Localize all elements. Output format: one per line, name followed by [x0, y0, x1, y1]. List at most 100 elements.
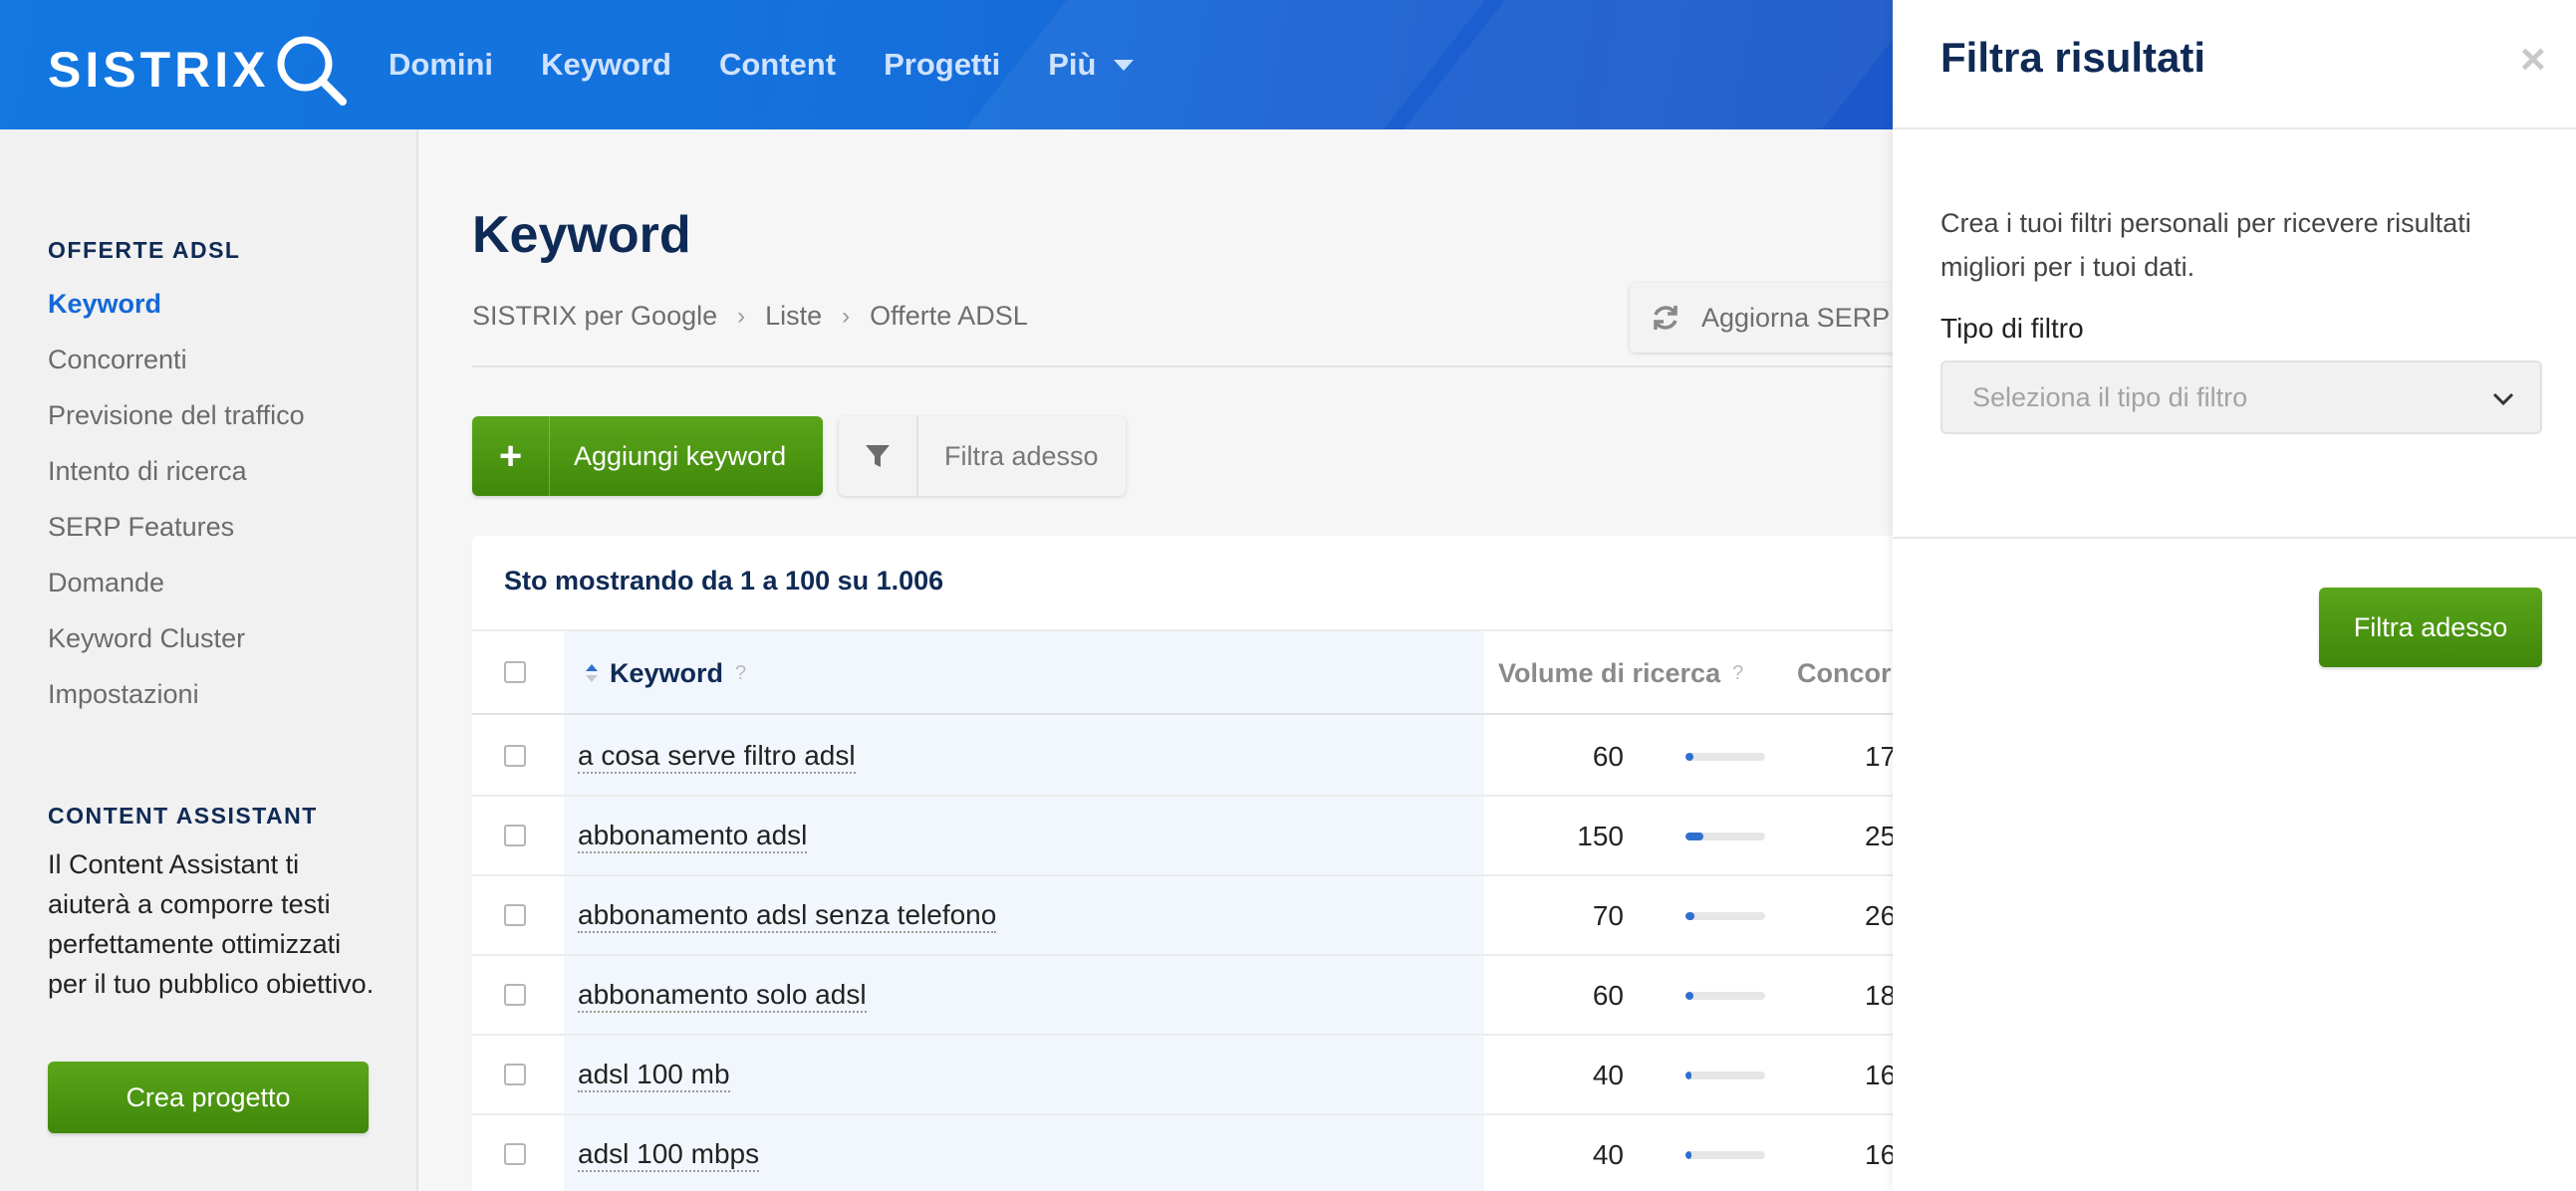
refresh-icon — [1654, 306, 1677, 330]
chevron-right-icon: › — [737, 302, 746, 330]
filter-type-select[interactable]: Seleziona il tipo di filtro — [1940, 360, 2542, 434]
keyword-link[interactable]: adsl 100 mb — [578, 1036, 730, 1115]
table-row: a cosa serve filtro adsl 60 17 — [472, 717, 1907, 797]
breadcrumb-item-current: Offerte ADSL — [870, 301, 1028, 331]
keyword-link[interactable]: adsl 100 mbps — [578, 1115, 760, 1191]
volume-bar — [1685, 912, 1765, 920]
breadcrumb-item-sistrix[interactable]: SISTRIX per Google — [472, 301, 717, 332]
column-header-volume[interactable]: Volume di ricerca ? — [1498, 631, 1743, 715]
row-checkbox[interactable] — [504, 745, 526, 767]
nav-domini[interactable]: Domini — [388, 47, 493, 83]
search-volume-value: 40 — [1592, 1139, 1624, 1170]
nav-progetti[interactable]: Progetti — [884, 47, 1000, 83]
keyword-link[interactable]: a cosa serve filtro adsl — [578, 717, 856, 797]
keyword-table-card: Sto mostrando da 1 a 100 su 1.006 Keywor… — [472, 536, 1907, 1191]
keyword-link[interactable]: abbonamento adsl senza telefono — [578, 876, 997, 956]
panel-title: Filtra risultati — [1940, 34, 2206, 81]
search-volume-value: 150 — [1577, 821, 1624, 851]
sidebar-item-keyword-cluster[interactable]: Keyword Cluster — [48, 623, 245, 654]
search-volume-value: 70 — [1592, 900, 1624, 931]
volume-bar — [1685, 1072, 1765, 1079]
competition-value: 16 — [1865, 1060, 1897, 1090]
nav-more-dropdown[interactable]: Più — [1048, 47, 1135, 83]
volume-bar-fill — [1685, 1151, 1691, 1159]
row-checkbox[interactable] — [504, 1064, 526, 1085]
sidebar-item-intento-ricerca[interactable]: Intento di ricerca — [48, 456, 247, 487]
caret-down-icon — [1114, 59, 1135, 71]
breadcrumb-item-liste[interactable]: Liste — [765, 301, 822, 332]
volume-bar — [1685, 992, 1765, 1000]
chevron-right-icon: › — [842, 302, 851, 330]
search-volume-value: 40 — [1592, 1060, 1624, 1090]
sidebar-item-domande[interactable]: Domande — [48, 568, 164, 598]
nav-keyword[interactable]: Keyword — [541, 47, 671, 83]
row-checkbox[interactable] — [504, 904, 526, 926]
competition-value: 26 — [1865, 900, 1897, 931]
results-count: Sto mostrando da 1 a 100 su 1.006 — [504, 566, 944, 596]
filter-funnel-icon — [839, 416, 918, 496]
filter-now-button[interactable]: Filtra adesso — [839, 416, 1126, 496]
sidebar-item-keyword[interactable]: Keyword — [48, 289, 161, 320]
panel-divider — [1893, 537, 2576, 539]
keyword-link[interactable]: abbonamento solo adsl — [578, 956, 867, 1036]
filter-now-label: Filtra adesso — [944, 440, 1099, 471]
select-all-checkbox[interactable] — [504, 661, 526, 683]
close-icon[interactable]: × — [2520, 38, 2546, 82]
sidebar-heading-content-assistant: CONTENT ASSISTANT — [48, 803, 318, 829]
volume-bar-fill — [1685, 753, 1693, 761]
volume-bar — [1685, 833, 1765, 840]
column-header-competition[interactable]: Concorr — [1797, 631, 1902, 715]
competition-value: 17 — [1865, 741, 1897, 772]
sidebar-item-serp-features[interactable]: SERP Features — [48, 512, 234, 543]
sidebar: OFFERTE ADSL Keyword Concorrenti Previsi… — [0, 129, 418, 1191]
add-keyword-button[interactable]: + Aggiungi keyword — [472, 416, 823, 496]
table-row: abbonamento adsl senza telefono 70 26 — [472, 876, 1907, 956]
sidebar-item-concorrenti[interactable]: Concorrenti — [48, 345, 187, 375]
panel-description: Crea i tuoi filtri personali per ricever… — [1940, 208, 2471, 282]
row-checkbox[interactable] — [504, 1143, 526, 1165]
table-row: adsl 100 mb 40 16 — [472, 1036, 1907, 1115]
nav-content[interactable]: Content — [719, 47, 836, 83]
filter-type-label: Tipo di filtro — [1940, 313, 2084, 344]
row-checkbox[interactable] — [504, 984, 526, 1006]
refresh-serp-button[interactable]: Aggiorna SERP — [1630, 283, 1929, 353]
column-header-keyword[interactable]: Keyword ? — [584, 631, 746, 715]
competition-value: 18 — [1865, 980, 1897, 1011]
filter-type-placeholder: Seleziona il tipo di filtro — [1972, 381, 2248, 412]
volume-bar-fill — [1685, 992, 1693, 1000]
search-volume-value: 60 — [1592, 980, 1624, 1011]
volume-bar-fill — [1685, 833, 1703, 840]
volume-bar-fill — [1685, 912, 1694, 920]
keyword-link[interactable]: abbonamento adsl — [578, 797, 808, 876]
title-divider — [472, 365, 1907, 367]
table-row: abbonamento adsl 150 25 — [472, 797, 1907, 876]
competition-value: 25 — [1865, 821, 1897, 851]
volume-bar — [1685, 1151, 1765, 1159]
competition-value: 16 — [1865, 1139, 1897, 1170]
chevron-down-icon — [2492, 392, 2514, 406]
sidebar-item-impostazioni[interactable]: Impostazioni — [48, 679, 199, 710]
filter-results-panel: Filtra risultati × Crea i tuoi filtri pe… — [1893, 0, 2576, 1191]
page-title: Keyword — [472, 206, 691, 264]
search-volume-value: 60 — [1592, 741, 1624, 772]
sidebar-heading-project: OFFERTE ADSL — [48, 237, 241, 263]
content-assistant-description: Il Content Assistant ti aiuterà a compor… — [48, 849, 375, 999]
row-checkbox[interactable] — [504, 825, 526, 846]
help-icon[interactable]: ? — [735, 662, 746, 685]
logo-text: SISTRIX — [48, 42, 270, 98]
volume-bar-fill — [1685, 1072, 1691, 1079]
volume-bar — [1685, 753, 1765, 761]
apply-filter-button[interactable]: Filtra adesso — [2319, 588, 2542, 667]
search-magnifier-icon — [277, 36, 348, 106]
crea-progetto-button[interactable]: Crea progetto — [48, 1062, 369, 1133]
sistrix-logo[interactable]: SISTRIX — [48, 34, 349, 106]
breadcrumb: SISTRIX per Google › Liste › Offerte ADS… — [472, 301, 1028, 332]
refresh-serp-label: Aggiorna SERP — [1701, 302, 1891, 333]
table-header: Keyword ? Volume di ricerca ? Concorr — [472, 631, 1907, 715]
add-keyword-label: Aggiungi keyword — [574, 440, 787, 471]
help-icon[interactable]: ? — [1732, 662, 1743, 685]
main-nav: Domini Keyword Content Progetti Più — [388, 0, 1181, 129]
sidebar-item-previsione-traffico[interactable]: Previsione del traffico — [48, 400, 305, 431]
table-row: abbonamento solo adsl 60 18 — [472, 956, 1907, 1036]
panel-divider — [1893, 127, 2576, 129]
